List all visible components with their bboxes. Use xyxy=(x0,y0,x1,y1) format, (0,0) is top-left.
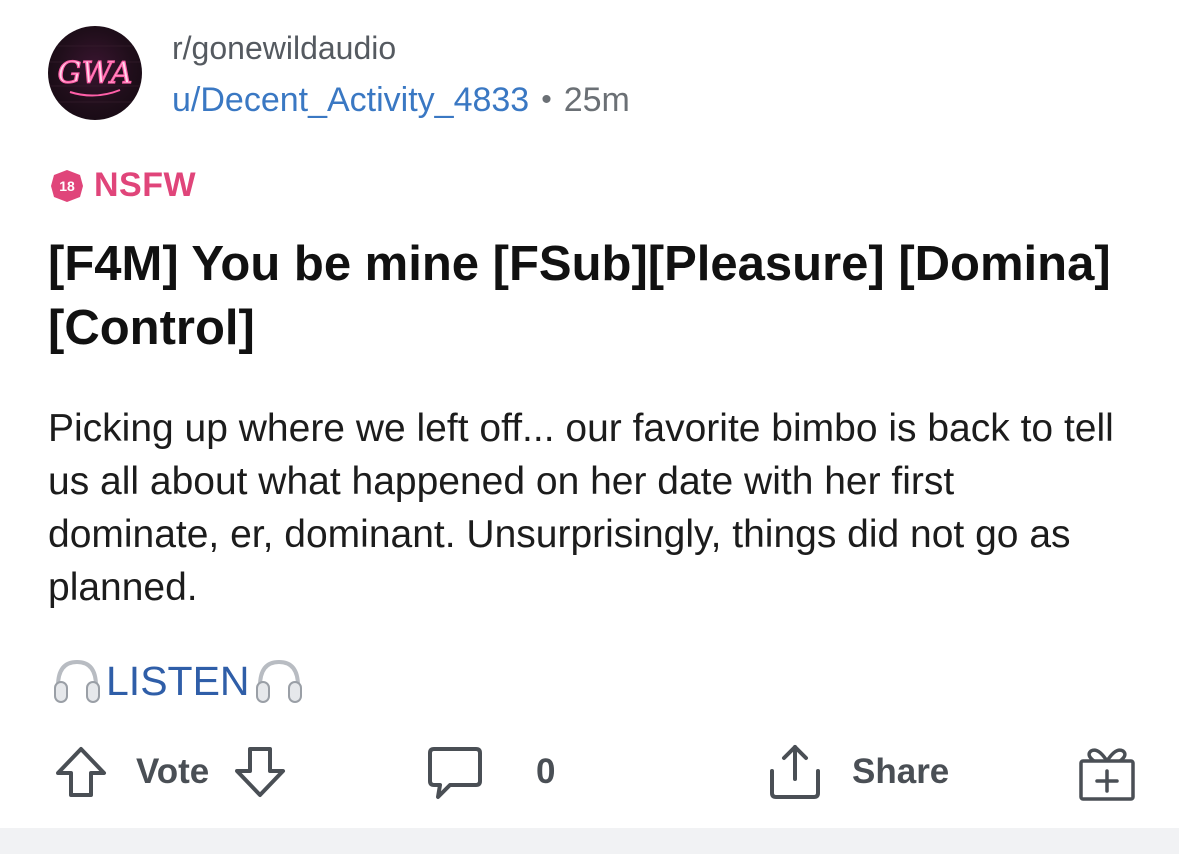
post-title[interactable]: [F4M] You be mine [FSub][Pleasure] [Domi… xyxy=(48,232,1128,360)
nsfw-18-icon: 18 xyxy=(50,169,84,203)
vote-label: Vote xyxy=(136,752,210,791)
comment-button[interactable]: 0 xyxy=(424,736,555,808)
vote-group: Vote xyxy=(52,736,289,808)
post-timestamp: 25m xyxy=(563,81,630,119)
gift-icon xyxy=(1079,748,1135,801)
share-icon xyxy=(770,745,820,799)
arrow-up-icon[interactable] xyxy=(52,743,110,801)
post-body: Picking up where we left off... our favo… xyxy=(48,407,1114,609)
post-header: GWA r/gonewildaudio u/Decent_Activity_48… xyxy=(48,24,630,122)
arrow-down-icon[interactable] xyxy=(231,743,289,801)
author-username[interactable]: u/Decent_Activity_4833 xyxy=(172,78,529,122)
headphones-icon xyxy=(255,659,302,703)
nsfw-label: NSFW xyxy=(94,166,197,204)
post-actions-bar: Vote 0 Share xyxy=(50,736,1140,808)
feed-divider xyxy=(0,828,1179,854)
share-button[interactable]: Share xyxy=(764,736,949,808)
subreddit-name[interactable]: r/gonewildaudio xyxy=(172,28,630,68)
post-card: GWA r/gonewildaudio u/Decent_Activity_48… xyxy=(0,0,1179,854)
comment-count: 0 xyxy=(536,752,556,791)
gwa-neon-logo: GWA xyxy=(48,45,142,103)
listen-label[interactable]: LISTEN xyxy=(106,654,250,708)
comment-bubble-icon xyxy=(428,747,482,799)
award-button[interactable] xyxy=(1076,736,1138,808)
share-label: Share xyxy=(852,752,950,791)
subreddit-avatar[interactable]: GWA xyxy=(48,26,142,120)
avatar-logo-text: GWA xyxy=(58,56,133,91)
headphones-icon xyxy=(54,659,100,703)
author-line: u/Decent_Activity_4833 • 25m xyxy=(172,78,630,122)
meta-separator: • xyxy=(541,83,552,116)
nsfw-badge-number: 18 xyxy=(59,178,75,194)
post-meta: r/gonewildaudio u/Decent_Activity_4833 •… xyxy=(172,24,630,122)
listen-link[interactable]: LISTEN xyxy=(50,654,306,708)
nsfw-tag: 18 NSFW xyxy=(50,166,196,205)
